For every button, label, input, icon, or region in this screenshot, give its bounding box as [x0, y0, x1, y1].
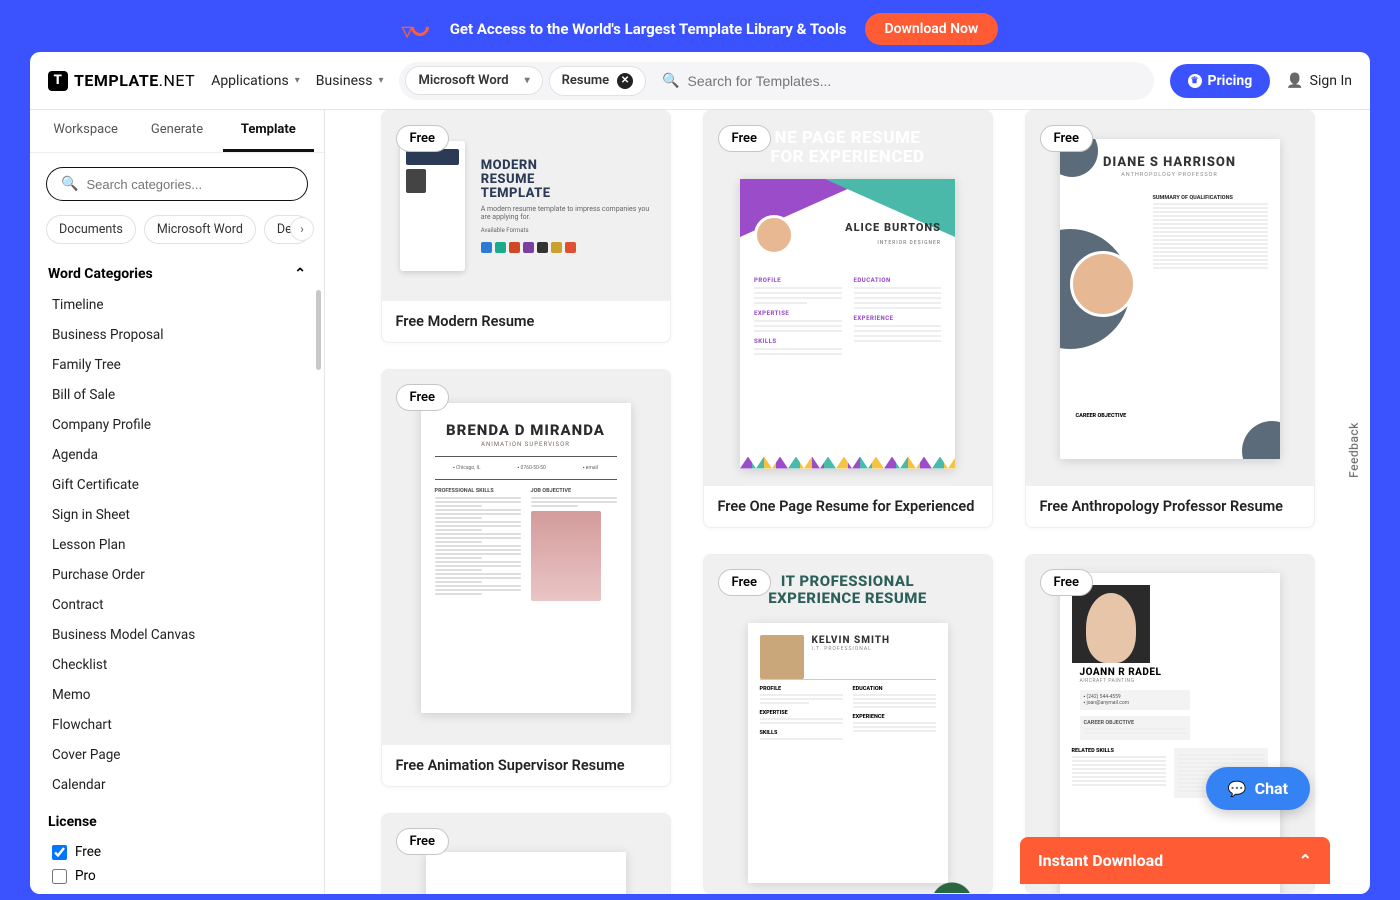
category-item[interactable]: Memo: [30, 680, 324, 710]
template-card[interactable]: Free BRENDA D MIRANDA ANIMATION SUPERVIS…: [381, 369, 671, 787]
free-badge: Free: [396, 828, 450, 855]
category-item[interactable]: Sign in Sheet: [30, 500, 324, 530]
filter-pill-resume[interactable]: Resume✕: [549, 66, 646, 96]
feedback-tab[interactable]: Feedback: [1347, 422, 1361, 478]
logo[interactable]: T TEMPLATE.NET: [48, 71, 195, 91]
category-item[interactable]: Business Model Canvas: [30, 620, 324, 650]
sidebar: Workspace Generate Template 🔍 Documents …: [30, 110, 325, 894]
promo-icon: ▽: [402, 18, 432, 40]
tab-generate[interactable]: Generate: [131, 110, 222, 152]
category-item[interactable]: Contract: [30, 590, 324, 620]
user-icon: [1286, 73, 1303, 89]
category-item[interactable]: Family Tree: [30, 350, 324, 380]
filter-pill-word[interactable]: Microsoft Word▾: [405, 66, 542, 95]
chevron-down-icon: ▾: [525, 75, 530, 86]
category-item[interactable]: Company Profile: [30, 410, 324, 440]
pricing-button[interactable]: ♛Pricing: [1170, 64, 1271, 98]
search-input[interactable]: [688, 73, 1140, 89]
chip-microsoft-word[interactable]: Microsoft Word: [144, 215, 256, 244]
free-badge: Free: [396, 125, 450, 152]
category-item[interactable]: Cover Page: [30, 740, 324, 770]
chevron-up-icon: ⌃: [294, 266, 306, 282]
category-item[interactable]: Gift Certificate: [30, 470, 324, 500]
crown-icon: ♛: [1188, 74, 1202, 88]
category-item[interactable]: Lesson Plan: [30, 530, 324, 560]
card-title: Free Animation Supervisor Resume: [382, 745, 670, 786]
card-title: Free Modern Resume: [382, 301, 670, 342]
search-icon: 🔍: [61, 176, 78, 192]
license-pro-checkbox[interactable]: [52, 869, 67, 884]
instant-download-bar[interactable]: Instant Download: [1020, 837, 1330, 884]
promo-text: Get Access to the World's Largest Templa…: [450, 20, 847, 38]
close-icon[interactable]: ✕: [617, 73, 633, 89]
search-bar: Microsoft Word▾ Resume✕ 🔍: [399, 62, 1153, 100]
free-badge: Free: [718, 125, 772, 152]
section-word-categories[interactable]: Word Categories⌃: [30, 258, 324, 290]
chevron-up-icon: [1299, 851, 1312, 870]
category-item[interactable]: Agenda: [30, 440, 324, 470]
category-item[interactable]: Checklist: [30, 650, 324, 680]
template-card[interactable]: Free: [381, 813, 671, 894]
search-icon: 🔍: [662, 73, 679, 89]
category-search-input[interactable]: [86, 177, 293, 192]
chat-button[interactable]: Chat: [1206, 767, 1310, 810]
card-title: Free Anthropology Professor Resume: [1026, 486, 1314, 527]
nav-business[interactable]: Business▾: [316, 73, 384, 89]
category-item[interactable]: Business Proposal: [30, 320, 324, 350]
category-item[interactable]: Calendar: [30, 770, 324, 800]
logo-icon: T: [48, 71, 68, 91]
free-badge: Free: [1040, 569, 1094, 596]
chevron-down-icon: ▾: [295, 75, 300, 86]
chip-documents[interactable]: Documents: [46, 215, 136, 244]
category-item[interactable]: Flowchart: [30, 710, 324, 740]
free-badge: Free: [1040, 125, 1094, 152]
tab-template[interactable]: Template: [223, 110, 314, 152]
license-free-checkbox[interactable]: [52, 845, 67, 860]
topbar: T TEMPLATE.NET Applications▾ Business▾ M…: [30, 52, 1370, 110]
free-badge: Free: [718, 569, 772, 596]
category-item[interactable]: Bill of Sale: [30, 380, 324, 410]
free-badge: Free: [396, 384, 450, 411]
section-license: License: [30, 800, 324, 840]
card-title: Free One Page Resume for Experienced: [704, 486, 992, 527]
download-now-button[interactable]: Download Now: [865, 13, 999, 45]
template-card[interactable]: Free NE PAGE RESUME FOR EXPERIENCED ALIC…: [703, 110, 993, 528]
chevron-down-icon: ▾: [378, 75, 383, 86]
template-card[interactable]: Free MODERN RESUME TEMPLATE A modern res…: [381, 110, 671, 343]
tab-workspace[interactable]: Workspace: [40, 110, 131, 152]
category-item[interactable]: Purchase Order: [30, 560, 324, 590]
category-item[interactable]: Timeline: [30, 290, 324, 320]
template-card[interactable]: Free IT PROFESSIONAL EXPERIENCE RESUME K…: [703, 554, 993, 894]
promo-banner: ▽ Get Access to the World's Largest Temp…: [30, 6, 1370, 52]
nav-applications[interactable]: Applications▾: [211, 73, 300, 89]
template-card[interactable]: Free DIANE S HARRISON ANTHROPOLOGY PROFE…: [1025, 110, 1315, 528]
chip-scroll-right[interactable]: ›: [290, 217, 314, 241]
sign-in-link[interactable]: Sign In: [1286, 73, 1352, 89]
